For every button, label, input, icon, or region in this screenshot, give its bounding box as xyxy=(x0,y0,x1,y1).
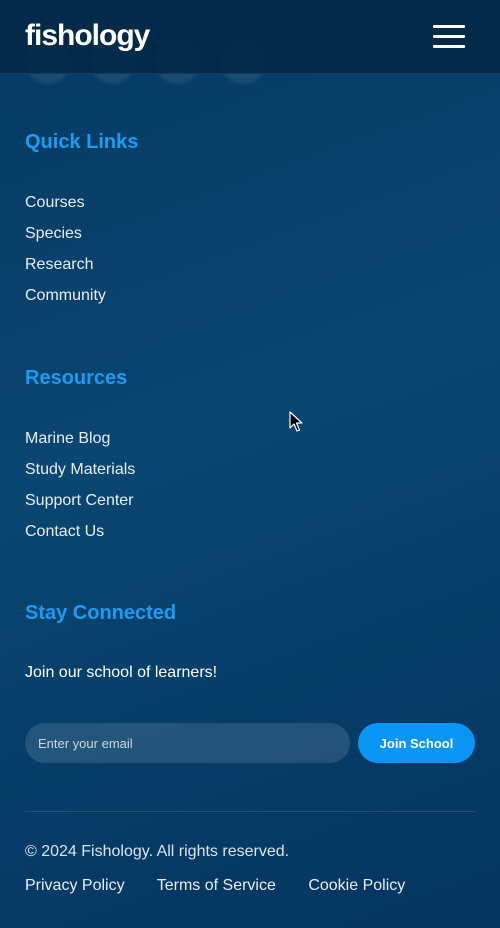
list-item: Support Center xyxy=(25,491,135,522)
terms-of-service-link[interactable]: Terms of Service xyxy=(157,877,276,894)
list-item: Research xyxy=(25,255,106,286)
link-study-materials[interactable]: Study Materials xyxy=(25,461,135,478)
mouse-cursor-icon xyxy=(289,411,303,432)
newsletter-tagline: Join our school of learners! xyxy=(25,664,218,681)
copyright-text: © 2024 Fishology. All rights reserved. xyxy=(25,843,290,860)
link-support-center[interactable]: Support Center xyxy=(25,492,134,509)
link-community[interactable]: Community xyxy=(25,287,106,304)
list-item: Study Materials xyxy=(25,460,135,491)
quick-links-list: Courses Species Research Community xyxy=(25,193,106,317)
link-marine-blog[interactable]: Marine Blog xyxy=(25,430,110,447)
cookie-policy-link[interactable]: Cookie Policy xyxy=(308,877,405,894)
list-item: Courses xyxy=(25,193,106,224)
menu-bar xyxy=(433,45,465,48)
footer-divider xyxy=(25,811,475,812)
list-item: Contact Us xyxy=(25,522,135,553)
menu-bar xyxy=(433,25,465,28)
list-item: Marine Blog xyxy=(25,429,135,460)
resources-list: Marine Blog Study Materials Support Cent… xyxy=(25,429,135,553)
site-header: fishology xyxy=(0,0,500,74)
hamburger-menu-icon[interactable] xyxy=(433,25,467,49)
link-courses[interactable]: Courses xyxy=(25,194,85,211)
site-logo[interactable]: fishology xyxy=(25,19,150,53)
menu-bar xyxy=(433,35,465,38)
join-school-button[interactable]: Join School xyxy=(358,723,475,763)
link-research[interactable]: Research xyxy=(25,256,93,273)
list-item: Species xyxy=(25,224,106,255)
quick-links-heading: Quick Links xyxy=(25,131,139,153)
legal-links: Privacy Policy Terms of Service Cookie P… xyxy=(25,877,433,895)
privacy-policy-link[interactable]: Privacy Policy xyxy=(25,877,125,894)
link-species[interactable]: Species xyxy=(25,225,82,242)
list-item: Community xyxy=(25,286,106,317)
resources-heading: Resources xyxy=(25,367,128,389)
stay-connected-heading: Stay Connected xyxy=(25,602,177,624)
link-contact-us[interactable]: Contact Us xyxy=(25,523,104,540)
email-input[interactable] xyxy=(25,723,350,763)
